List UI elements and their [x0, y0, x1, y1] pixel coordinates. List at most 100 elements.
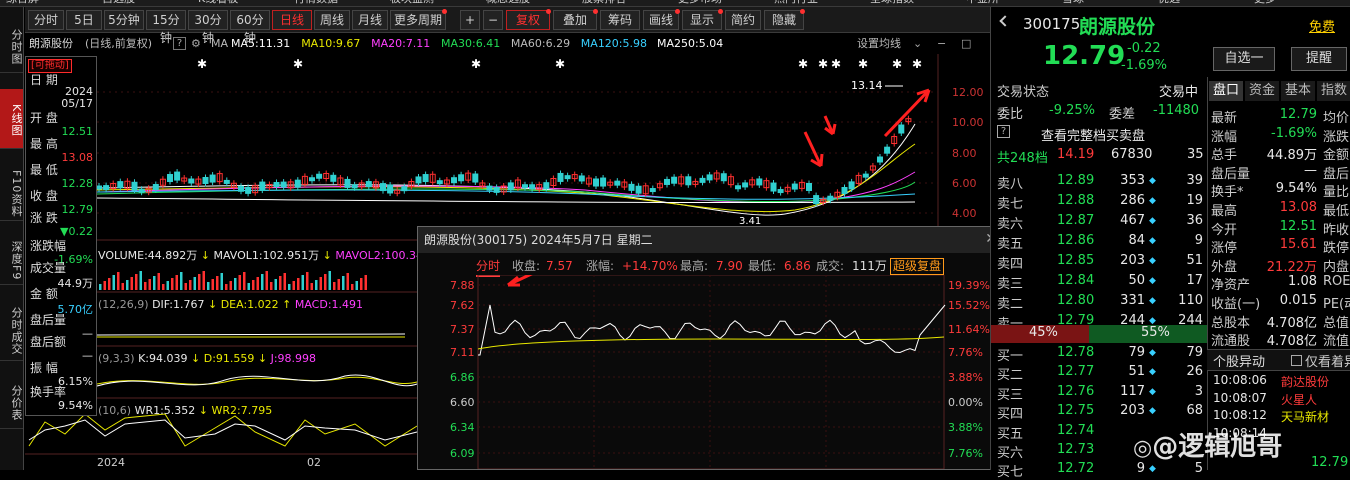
volume-bar — [103, 281, 106, 290]
popup-right-axis-label: 0.00% — [948, 396, 983, 409]
intraday-popup[interactable]: 朗源股份(300175) 2024年5月7日 星期二 ✕ 分时 收盘: 7.57… — [417, 226, 1004, 470]
candle — [593, 178, 599, 187]
diamond-icon: ◆ — [1149, 464, 1156, 475]
only-checkbox[interactable] — [1291, 355, 1302, 366]
period-tab[interactable]: 60分钟 — [230, 10, 270, 45]
top-menu-item[interactable]: K线看板 — [198, 0, 238, 5]
stat-label: 盘后量 — [1211, 166, 1251, 182]
top-menu-item[interactable]: 优选 — [1158, 0, 1180, 5]
toolbar-button[interactable]: 复权 — [506, 9, 551, 30]
volume-bar — [243, 272, 246, 290]
period-tab[interactable]: 日线 — [272, 10, 312, 30]
toolbar-button[interactable]: − — [483, 10, 503, 30]
volume-bar — [229, 281, 232, 290]
top-menu-item[interactable]: 概念选股 — [486, 0, 530, 5]
down-arrow-icon: ↓ — [257, 352, 268, 365]
alert-stock[interactable]: 韵达股份 — [1281, 373, 1329, 390]
cursor-field-value: 9.54% — [58, 399, 93, 412]
ma-legend-item: MA20:7.11 — [371, 37, 431, 50]
tab-intraday[interactable]: 分时 — [476, 257, 501, 277]
chevron-down-icon[interactable]: ⌄ — [913, 34, 922, 54]
top-menu-item[interactable]: 板块监测 — [390, 0, 434, 5]
toolbar-button[interactable]: 显示 — [682, 9, 723, 30]
nav-tab[interactable]: 分时图 — [0, 17, 23, 73]
candle — [898, 124, 905, 134]
top-menu-item[interactable]: 中金所 — [966, 0, 999, 5]
top-menu-item[interactable]: 更多 — [1254, 0, 1276, 5]
top-menu-item[interactable]: 全球指数 — [870, 0, 914, 5]
wr2-value: WR2:7.795 — [211, 404, 273, 417]
ask-level-label: 卖七 — [997, 197, 1024, 212]
volume-bar — [139, 271, 142, 290]
stat-label: 收益(一) — [1211, 297, 1261, 312]
change-value: +14.70% — [622, 259, 678, 273]
top-menu-item[interactable]: 热门行业 — [774, 0, 818, 5]
intraday-chart[interactable]: 7.88 7.62 7.37 7.11 6.86 6.60 6.34 6.09 19.39% 15… — [418, 275, 1003, 469]
toolbar-button[interactable]: 叠加 — [553, 9, 598, 30]
super-review-button[interactable]: 超级复盘 — [890, 258, 945, 275]
nav-tab[interactable]: 分时成交 — [0, 297, 23, 361]
alert-stock[interactable]: 火星人 — [1281, 391, 1317, 408]
alert-time: 10:08:06 — [1213, 373, 1267, 387]
period-tab[interactable]: 分时 — [28, 10, 64, 30]
event-marker: ✱ — [858, 57, 868, 71]
stat-label: 今开 — [1211, 222, 1238, 238]
stats-tab[interactable]: 资金 — [1245, 81, 1279, 101]
toolbar-button[interactable]: + — [460, 10, 480, 30]
candle — [451, 177, 457, 184]
trade-status-label: 交易状态 — [997, 85, 1050, 100]
stats-tab[interactable]: 指数 — [1317, 81, 1350, 101]
kdj-info: (9,3,3) K:94.039 ↓ D:91.559 ↓ J:98.998 — [98, 352, 316, 365]
alert-stock[interactable]: 天马新材 — [1281, 408, 1329, 425]
top-menu-item[interactable]: 自选股 — [102, 0, 135, 5]
event-marker: ✱ — [555, 57, 565, 71]
top-menu-item[interactable]: 综合屏 — [6, 0, 39, 5]
top-menu-item[interactable]: 雪球 — [1062, 0, 1084, 5]
nav-tab[interactable]: 分价表 — [0, 373, 23, 429]
back-arrow-icon[interactable] — [999, 15, 1011, 27]
toolbar-button[interactable]: 筹码 — [600, 10, 640, 30]
ask-price: 12.85 — [1057, 253, 1095, 268]
dif-value: DIF:1.767 — [152, 298, 205, 311]
volume-bar — [144, 282, 147, 290]
alert-button[interactable]: 提醒 — [1291, 47, 1347, 71]
ma-settings-button[interactable]: 设置均线 — [857, 34, 901, 54]
popup-right-axis-label: 11.64% — [948, 323, 990, 336]
candle — [543, 182, 550, 190]
period-tab[interactable]: 15分钟 — [146, 10, 186, 45]
stat-label: 外盘 — [1211, 259, 1238, 275]
candle — [791, 183, 798, 190]
expand-icon[interactable]: □ — [961, 34, 971, 54]
minimize-icon[interactable]: − — [937, 34, 946, 54]
period-tab[interactable]: 月线 — [352, 10, 388, 30]
full-orderbook-button[interactable]: 查看完整档买卖盘 — [1041, 125, 1145, 144]
period-tab[interactable]: 更多周期 — [390, 9, 447, 30]
top-menu-item[interactable]: 股票排名 — [582, 0, 626, 5]
candle — [671, 176, 678, 184]
toolbar-button[interactable]: 画线 — [643, 9, 680, 30]
help-icon[interactable]: ? — [997, 125, 1010, 138]
period-tab[interactable]: 周线 — [314, 10, 350, 30]
volume-bar — [297, 278, 300, 290]
free-link[interactable]: 免费 — [1309, 16, 1335, 35]
watchlist-button[interactable]: 自选一 — [1213, 47, 1275, 71]
period-tab[interactable]: 5日 — [66, 10, 102, 30]
period-tab[interactable]: 30分钟 — [188, 10, 228, 45]
toolbar-button[interactable]: 隐藏 — [764, 9, 805, 30]
stat-value: 44.89万 — [1266, 148, 1317, 164]
cursor-data-panel[interactable]: [可拖动] 日 期 2024 05/17 开 盘 12.51 最 高 13.08 最 低 12.… — [25, 56, 97, 416]
help-icon[interactable]: ? — [173, 37, 186, 50]
top-menu-item[interactable]: 更多市场 — [678, 0, 722, 5]
low-label: 最低: — [748, 259, 777, 273]
stat-label-right: 量比 — [1323, 185, 1350, 201]
nav-tab[interactable]: K线图 — [0, 89, 23, 149]
toolbar-button[interactable]: 简约 — [725, 10, 761, 30]
nav-tab[interactable]: 深度F9 — [0, 233, 23, 285]
stats-tab[interactable]: 盘口 — [1209, 81, 1243, 101]
popup-left-axis-label: 7.11 — [450, 346, 475, 359]
nav-tab[interactable]: F10资料 — [0, 163, 23, 221]
stats-tab[interactable]: 基本 — [1281, 81, 1315, 101]
settings-gear-icon[interactable]: ⚙ — [191, 34, 201, 54]
period-tab[interactable]: 5分钟 — [104, 10, 144, 30]
top-menu-item[interactable]: 行情数据 — [294, 0, 338, 5]
